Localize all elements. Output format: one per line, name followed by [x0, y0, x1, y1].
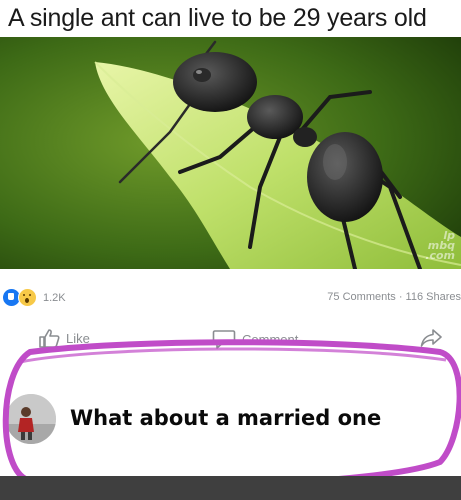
commenter-avatar[interactable] [6, 394, 56, 444]
bottom-bar [0, 476, 461, 500]
thumbs-up-icon [39, 329, 60, 348]
share-arrow-icon [420, 329, 442, 347]
comment-label: Comment [242, 331, 299, 347]
share-button[interactable] [420, 328, 442, 348]
like-label: Like [66, 330, 90, 346]
comment-bubble-icon [212, 330, 236, 349]
comment-item: What about a married one [0, 372, 461, 472]
comment-button[interactable]: Comment [212, 328, 298, 350]
avatar-photo [6, 394, 56, 444]
comments-shares-count[interactable]: 75 Comments · 116 Shares [327, 291, 461, 303]
like-button[interactable]: Like [38, 328, 90, 348]
wow-reaction-icon [18, 288, 37, 307]
site-watermark: lp mbq .com [425, 229, 455, 262]
post-action-bar: Like Comment [0, 328, 461, 358]
post-stats-bar: 1.2K 75 Comments · 116 Shares [0, 286, 461, 308]
reaction-count: 1.2K [43, 291, 66, 304]
ant-photo[interactable]: lp mbq .com [0, 37, 461, 269]
post-headline: A single ant can live to be 29 years old [8, 4, 427, 32]
reactions-summary[interactable]: 1.2K [2, 288, 66, 307]
comment-text: What about a married one [70, 406, 382, 430]
ant-on-leaf-image [0, 37, 461, 269]
